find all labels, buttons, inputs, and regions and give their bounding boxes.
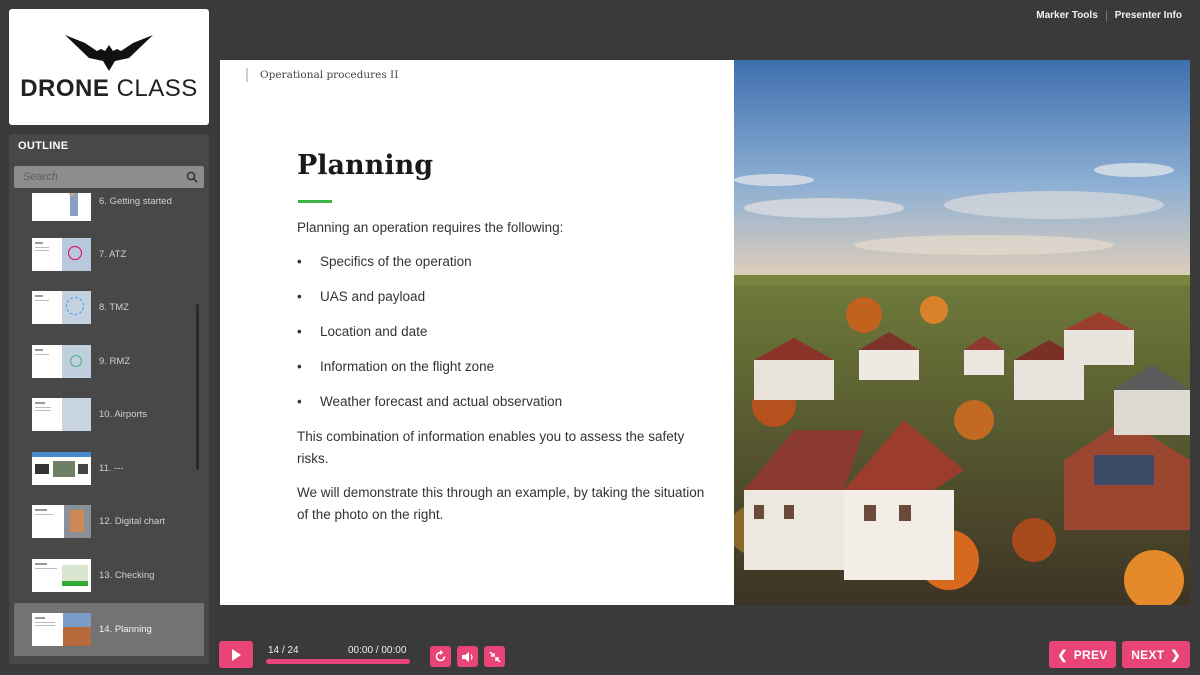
progress-bar[interactable] bbox=[266, 659, 410, 664]
slide-body: Planning an operation requires the follo… bbox=[297, 217, 717, 538]
logo: DRONE CLASS bbox=[9, 9, 209, 125]
collapse-icon bbox=[488, 650, 501, 663]
bullet-item: Location and date bbox=[297, 321, 717, 343]
bullet-item: Information on the flight zone bbox=[297, 356, 717, 378]
prev-button[interactable]: ❮ PREV bbox=[1049, 641, 1116, 668]
next-label: NEXT bbox=[1131, 647, 1165, 662]
slide-item-label: 14. Planning bbox=[99, 624, 152, 635]
slide-item-10[interactable]: 10. Airports bbox=[14, 388, 204, 441]
bullet-item: UAS and payload bbox=[297, 286, 717, 308]
paragraph: We will demonstrate this through an exam… bbox=[297, 485, 705, 522]
marker-tools-link[interactable]: Marker Tools bbox=[1036, 10, 1098, 21]
slide-item-12[interactable]: 12. Digital chart bbox=[14, 495, 204, 548]
search-icon[interactable] bbox=[180, 166, 204, 188]
next-button[interactable]: NEXT ❯ bbox=[1122, 641, 1190, 668]
slide-counter: 14 / 24 bbox=[268, 645, 299, 656]
eagle-logo-icon bbox=[65, 35, 153, 71]
slide-canvas: Operational procedures II Planning Plann… bbox=[220, 60, 1190, 605]
play-icon bbox=[232, 648, 241, 661]
outline-panel: OUTLINE 6. Getting started 7. ATZ bbox=[9, 134, 209, 664]
replay-button[interactable] bbox=[430, 646, 451, 667]
slide-thumbnail bbox=[32, 238, 91, 271]
slide-thumbnail bbox=[32, 452, 91, 485]
section-title: Operational procedures II bbox=[246, 68, 398, 82]
slide-item-label: 6. Getting started bbox=[99, 196, 172, 207]
outline-scrollbar[interactable] bbox=[196, 304, 199, 470]
prev-label: PREV bbox=[1073, 647, 1108, 662]
slide-item-label: 8. TMZ bbox=[99, 302, 129, 313]
slide-thumbnail bbox=[32, 398, 91, 431]
bullet-item: Weather forecast and actual observation bbox=[297, 391, 717, 413]
bullet-item: Specifics of the operation bbox=[297, 251, 717, 273]
divider bbox=[1105, 10, 1107, 21]
search-input[interactable] bbox=[14, 171, 180, 183]
presenter-info-link[interactable]: Presenter Info bbox=[1115, 10, 1182, 21]
slide-item-7[interactable]: 7. ATZ bbox=[14, 228, 204, 281]
slide-item-label: 9. RMZ bbox=[99, 356, 131, 367]
time-display: 00:00 / 00:00 bbox=[348, 645, 407, 656]
outline-title: OUTLINE bbox=[18, 140, 69, 152]
slide-item-11[interactable]: 11. --- bbox=[14, 442, 204, 495]
slide-item-14[interactable]: 14. Planning bbox=[14, 603, 204, 656]
slide-item-label: 10. Airports bbox=[99, 409, 148, 420]
slide-item-6[interactable]: 6. Getting started bbox=[14, 193, 204, 228]
slide-thumbnail bbox=[32, 345, 91, 378]
volume-button[interactable] bbox=[457, 646, 478, 667]
slide-item-8[interactable]: 8. TMZ bbox=[14, 281, 204, 334]
paragraph: This combination of information enables … bbox=[297, 429, 685, 466]
search-box bbox=[14, 166, 204, 188]
slide-thumbnail bbox=[32, 613, 91, 646]
slide-thumbnail bbox=[32, 193, 91, 221]
slide-item-label: 12. Digital chart bbox=[99, 516, 166, 527]
logo-text: DRONE CLASS bbox=[20, 75, 198, 102]
slide-thumbnail bbox=[32, 505, 91, 538]
slide-item-label: 13. Checking bbox=[99, 570, 155, 581]
slide-list: 6. Getting started 7. ATZ 8. TMZ 9. RMZ … bbox=[14, 193, 204, 664]
chevron-left-icon: ❮ bbox=[1057, 647, 1068, 662]
slide-item-9[interactable]: 9. RMZ bbox=[14, 335, 204, 388]
slide-text-panel: Operational procedures II Planning Plann… bbox=[220, 60, 734, 605]
slide-heading: Planning bbox=[297, 150, 434, 181]
slide-thumbnail bbox=[32, 291, 91, 324]
top-links: Marker Tools Presenter Info bbox=[1036, 10, 1182, 21]
slide-item-13[interactable]: 13. Checking bbox=[14, 549, 204, 602]
volume-icon bbox=[462, 651, 473, 662]
slide-thumbnail bbox=[32, 559, 91, 592]
heading-underline bbox=[298, 200, 332, 203]
replay-icon bbox=[435, 650, 446, 662]
play-button[interactable] bbox=[219, 641, 253, 668]
exit-fullscreen-button[interactable] bbox=[484, 646, 505, 667]
village-photo bbox=[734, 60, 1190, 605]
slide-item-label: 11. --- bbox=[99, 463, 124, 474]
chevron-right-icon: ❯ bbox=[1170, 647, 1181, 662]
slide-item-label: 7. ATZ bbox=[99, 249, 127, 260]
intro-text: Planning an operation requires the follo… bbox=[297, 220, 564, 235]
